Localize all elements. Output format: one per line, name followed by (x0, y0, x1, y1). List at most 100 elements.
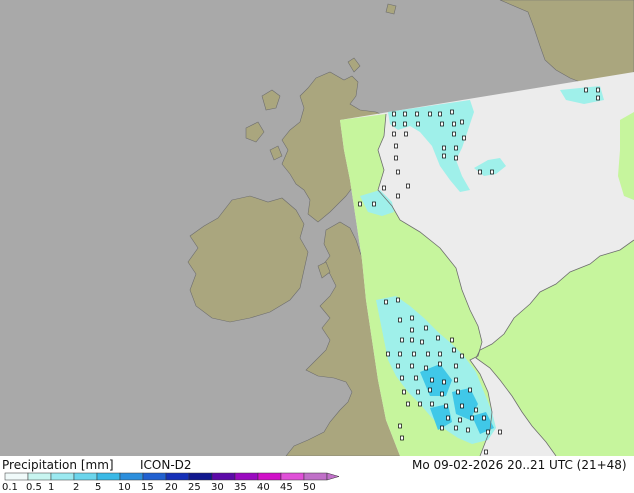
station-marker (498, 429, 502, 435)
station-marker (444, 403, 448, 409)
station-marker (398, 423, 402, 429)
station-marker (386, 351, 390, 357)
legend-color-box (280, 472, 305, 481)
station-marker (428, 111, 432, 117)
station-marker (450, 109, 454, 115)
station-marker (398, 351, 402, 357)
station-marker (424, 325, 428, 331)
legend-tick-label: 0.5 (26, 482, 42, 493)
legend-tick-label: 15 (141, 482, 154, 493)
station-marker (403, 121, 407, 127)
station-marker (392, 131, 396, 137)
station-marker (456, 389, 460, 395)
station-marker (458, 417, 462, 423)
station-marker (428, 387, 432, 393)
station-marker (430, 377, 434, 383)
station-marker (382, 185, 386, 191)
station-marker (484, 449, 488, 455)
station-marker (384, 299, 388, 305)
station-marker (392, 111, 396, 117)
legend-tick-label: 2 (73, 482, 80, 493)
station-marker (454, 363, 458, 369)
station-marker (442, 153, 446, 159)
station-marker (440, 425, 444, 431)
station-marker (454, 425, 458, 431)
station-marker (396, 193, 400, 199)
station-marker (478, 169, 482, 175)
station-marker (394, 143, 398, 149)
station-marker (474, 407, 478, 413)
station-marker (392, 121, 396, 127)
station-marker (415, 111, 419, 117)
legend-tick-label: 40 (257, 482, 270, 493)
legend-overflow-arrow (326, 472, 340, 481)
station-marker (460, 403, 464, 409)
legend-tick-label: 50 (303, 482, 316, 493)
legend-color-box (73, 472, 98, 481)
station-marker (454, 155, 458, 161)
station-marker (462, 135, 466, 141)
station-marker (400, 375, 404, 381)
precipitation-map (0, 0, 634, 456)
legend-tick-label: 20 (165, 482, 178, 493)
legend-color-box (234, 472, 259, 481)
station-marker (470, 415, 474, 421)
station-marker (440, 391, 444, 397)
station-marker (414, 375, 418, 381)
station-marker (412, 351, 416, 357)
station-marker (442, 145, 446, 151)
station-marker (460, 119, 464, 125)
station-marker (396, 363, 400, 369)
station-marker (440, 121, 444, 127)
station-marker (446, 415, 450, 421)
station-marker (396, 169, 400, 175)
land-norway-island (385, 3, 397, 15)
station-marker (416, 389, 420, 395)
station-marker (400, 337, 404, 343)
station-marker (450, 337, 454, 343)
legend-color-box (4, 472, 29, 481)
legend-color-box (165, 472, 190, 481)
station-marker (454, 145, 458, 151)
station-marker (430, 401, 434, 407)
station-marker (410, 315, 414, 321)
legend-color-box (50, 472, 75, 481)
station-marker (358, 201, 362, 207)
station-marker (584, 87, 588, 93)
station-marker (438, 351, 442, 357)
legend-color-box (211, 472, 236, 481)
station-marker (396, 297, 400, 303)
station-marker (420, 339, 424, 345)
station-marker (402, 389, 406, 395)
station-marker (596, 95, 600, 101)
legend-color-box (96, 472, 121, 481)
legend-color-box (142, 472, 167, 481)
station-marker (482, 415, 486, 421)
station-marker (486, 429, 490, 435)
legend-tick-label: 35 (234, 482, 247, 493)
legend-color-box (303, 472, 328, 481)
station-marker (372, 201, 376, 207)
legend-color-box (257, 472, 282, 481)
station-marker (452, 121, 456, 127)
legend-color-box (119, 472, 144, 481)
station-marker (442, 379, 446, 385)
legend-tick-label: 1 (48, 482, 55, 493)
station-marker (406, 401, 410, 407)
station-marker (400, 435, 404, 441)
station-marker (596, 87, 600, 93)
station-marker (426, 351, 430, 357)
legend-tick-label: 30 (211, 482, 224, 493)
legend-color-box (188, 472, 213, 481)
station-marker (452, 131, 456, 137)
station-marker (398, 317, 402, 323)
legend-tick-label: 25 (188, 482, 201, 493)
station-marker (394, 155, 398, 161)
station-marker (410, 327, 414, 333)
station-marker (460, 353, 464, 359)
station-marker (438, 361, 442, 367)
station-marker (410, 363, 414, 369)
legend-tick-label: 10 (118, 482, 131, 493)
station-marker (468, 387, 472, 393)
station-marker (403, 111, 407, 117)
